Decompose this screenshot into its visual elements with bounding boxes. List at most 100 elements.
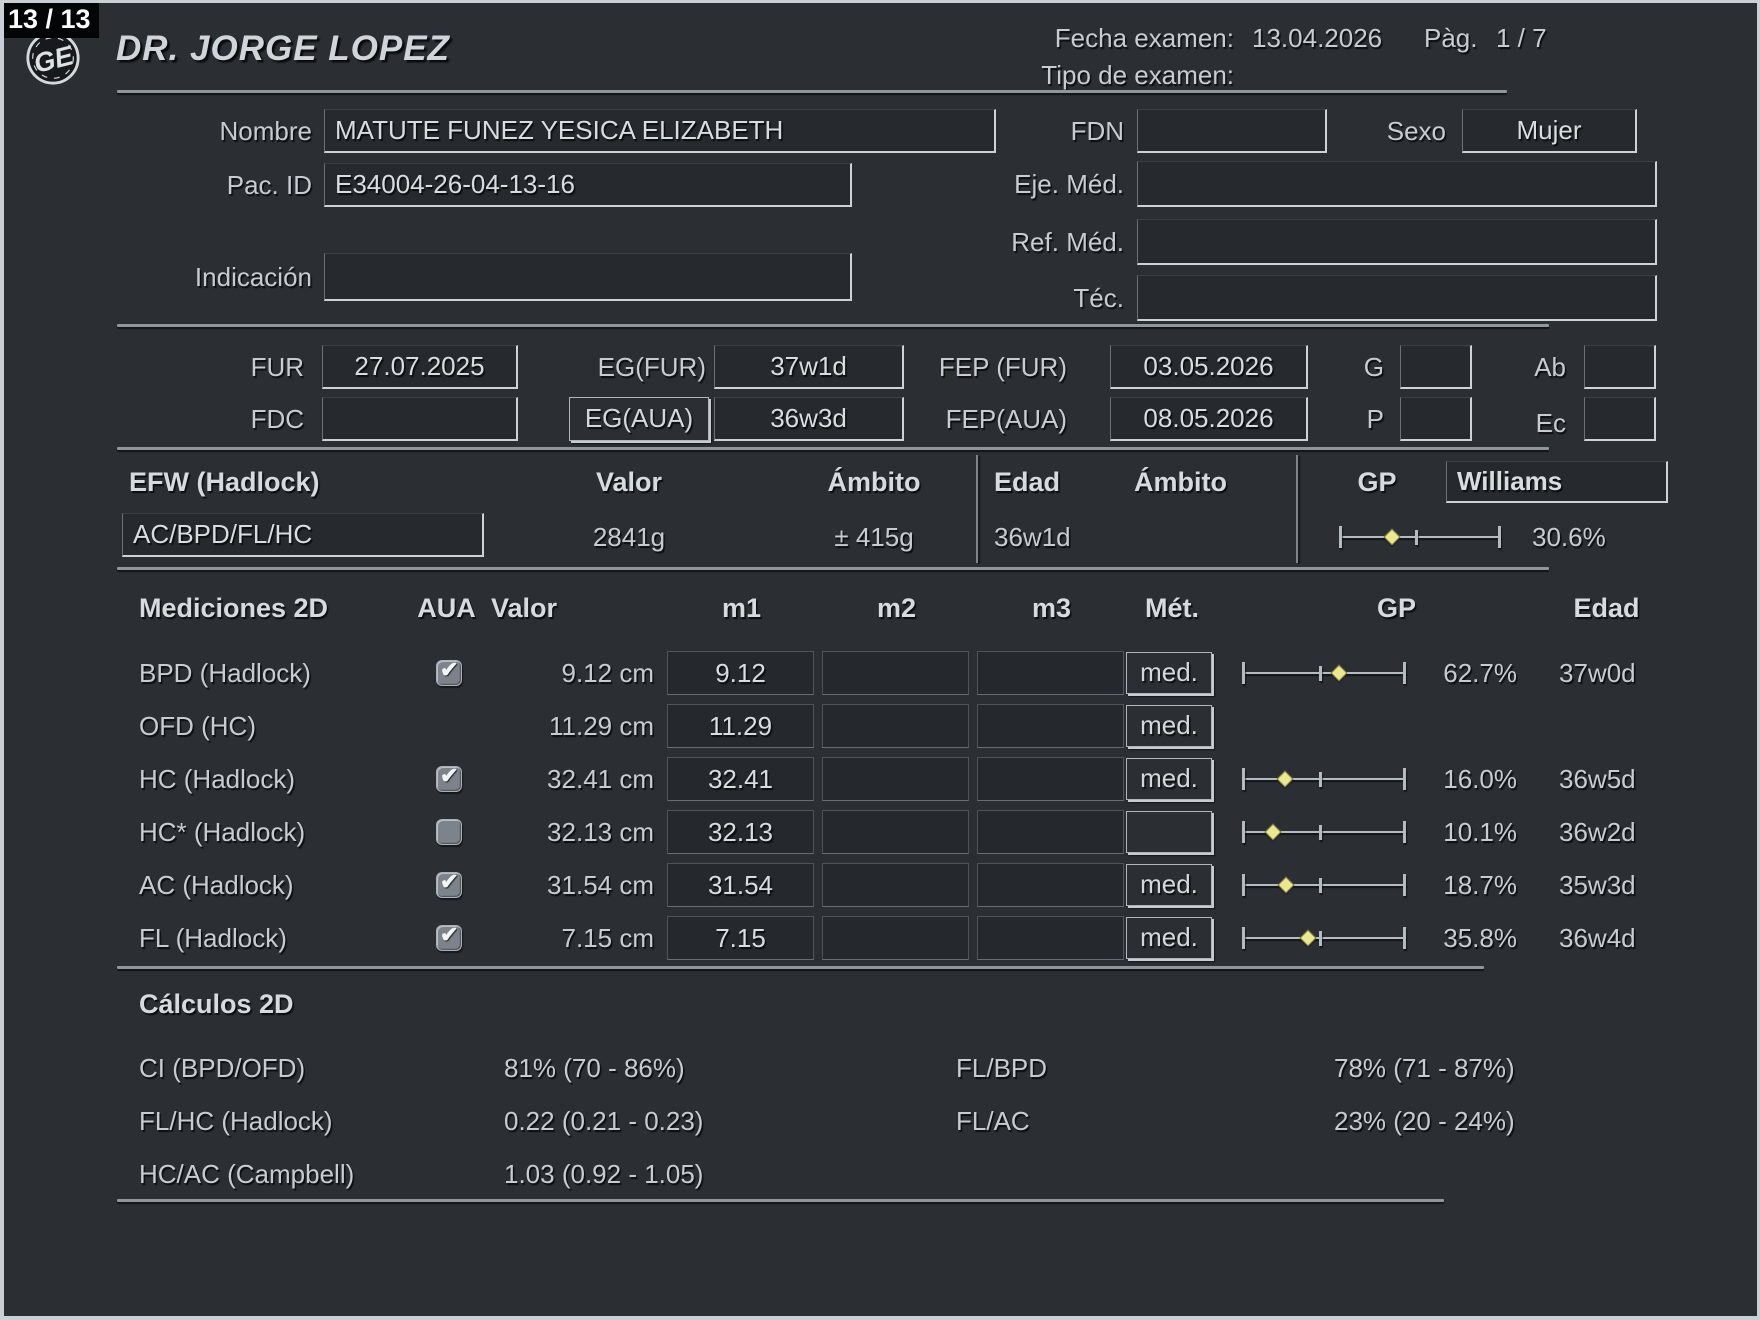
med-button[interactable] [1126,811,1212,853]
aua-checkbox[interactable] [436,763,462,792]
fdn-label: FDN [1070,116,1124,146]
section-divider [117,1199,1444,1202]
m1-field[interactable]: 32.41 [667,757,814,801]
calc-label: HC/AC (Campbell) [139,1159,355,1189]
section-divider [117,966,1484,969]
fep-aua-label: FEP(AUA) [945,404,1067,434]
measurement-label: HC (Hadlock) [139,764,296,794]
indication-label: Indicación [194,262,312,292]
med-button[interactable]: med. [1126,652,1212,694]
efw-formula-field[interactable]: AC/BPD/FL/HC [122,513,484,557]
doctor-name: DR. JORGE LOPEZ [116,29,450,68]
percentile-bar [1242,925,1406,951]
m2-field[interactable] [822,916,969,960]
gp-method-field[interactable]: Williams [1446,461,1668,503]
m3-field[interactable] [977,757,1124,801]
m1-field[interactable]: 7.15 [667,916,814,960]
calc-value: 1.03 (0.92 - 1.05) [504,1159,704,1189]
section-divider [117,447,1549,450]
m3-field[interactable] [977,704,1124,748]
calc-value: 23% (20 - 24%) [1334,1106,1515,1136]
age-value: 35w3d [1559,870,1636,900]
m3-field[interactable] [977,863,1124,907]
m2-field[interactable] [822,704,969,748]
sex-field[interactable]: Mujer [1462,109,1637,153]
efw-title: EFW (Hadlock) [129,467,320,497]
efw-col-edad: Edad [994,467,1061,497]
calc-value: 78% (71 - 87%) [1334,1053,1515,1083]
gp-value: 35.8% [1443,923,1517,953]
patient-id-field[interactable]: E34004-26-04-13-16 [324,163,852,207]
table-row: FL (Hadlock) 7.15 cm 7.15 med. 35.8% 36w… [4,913,1757,963]
sex-label: Sexo [1386,116,1446,146]
m3-field[interactable] [977,651,1124,695]
fdc-field[interactable] [322,397,518,441]
ectopic-field[interactable] [1584,397,1656,441]
col-valor: Valor [490,593,558,623]
exam-date-label: Fecha examen: [1054,23,1234,53]
m1-field[interactable]: 32.13 [667,810,814,854]
m2-field[interactable] [822,863,969,907]
section-divider [117,567,1549,570]
gp-value: 18.7% [1443,870,1517,900]
percentile-diamond-icon [1299,929,1317,947]
aua-checkbox[interactable] [436,922,462,951]
ref-physician-field[interactable] [1137,219,1657,265]
exam-type-label: Tipo de examen: [1041,60,1234,90]
percentile-diamond-icon [1277,876,1295,894]
technician-label: Téc. [1073,283,1124,313]
fur-field[interactable]: 27.07.2025 [322,345,518,389]
col-edad: Edad [1573,593,1640,623]
technician-field[interactable] [1137,275,1657,321]
name-label: Nombre [219,116,312,146]
m2-field[interactable] [822,757,969,801]
indication-field[interactable] [324,253,852,301]
m1-field[interactable]: 31.54 [667,863,814,907]
m2-field[interactable] [822,651,969,695]
m1-field[interactable]: 9.12 [667,651,814,695]
aua-checkbox[interactable] [436,657,462,686]
abortions-field[interactable] [1584,345,1656,389]
eg-fur-field[interactable]: 37w1d [714,345,904,389]
fdc-label: FDC [250,404,304,434]
col-m2: m2 [876,593,917,623]
m3-field[interactable] [977,810,1124,854]
eg-aua-button[interactable]: EG(AUA) [569,397,709,441]
table-row: AC (Hadlock) 31.54 cm 31.54 med. 18.7% 3… [4,860,1757,910]
med-button[interactable]: med. [1126,917,1212,959]
fur-label: FUR [250,352,304,382]
aua-checkbox[interactable] [436,869,462,898]
m3-field[interactable] [977,916,1124,960]
gravida-field[interactable] [1400,345,1472,389]
m2-field[interactable] [822,810,969,854]
table-row: OFD (HC) 11.29 cm 11.29 med. [4,701,1757,751]
med-button[interactable]: med. [1126,705,1212,747]
age-value: 36w5d [1559,764,1636,794]
calc-label: FL/AC [956,1106,1030,1136]
efw-col-gp: GP [1357,467,1397,497]
aua-checkbox[interactable] [436,819,462,845]
percentile-diamond-icon [1330,664,1348,682]
percentile-diamond-icon [1276,770,1294,788]
fep-aua-field[interactable]: 08.05.2026 [1110,397,1308,441]
efw-percentile-bar [1339,524,1501,550]
fdn-field[interactable] [1137,109,1327,153]
efw-range: ± 415g [834,522,914,552]
measurements-title: Mediciones 2D [139,593,329,623]
measurement-value: 9.12 cm [561,658,655,688]
ectopic-label: Ec [1535,408,1566,438]
fep-fur-field[interactable]: 03.05.2026 [1110,345,1308,389]
gp-value: 62.7% [1443,658,1517,688]
med-button[interactable]: med. [1126,758,1212,800]
age-value: 36w4d [1559,923,1636,953]
calc-label: FL/BPD [956,1053,1048,1083]
percentile-bar [1242,660,1406,686]
efw-col-ambito: Ámbito [827,467,921,497]
para-field[interactable] [1400,397,1472,441]
eg-aua-field[interactable]: 36w3d [714,397,904,441]
med-button[interactable]: med. [1126,864,1212,906]
calculations-title: Cálculos 2D [139,989,294,1019]
exec-physician-field[interactable] [1137,161,1657,207]
m1-field[interactable]: 11.29 [667,704,814,748]
name-field[interactable]: MATUTE FUNEZ YESICA ELIZABETH [324,109,996,153]
